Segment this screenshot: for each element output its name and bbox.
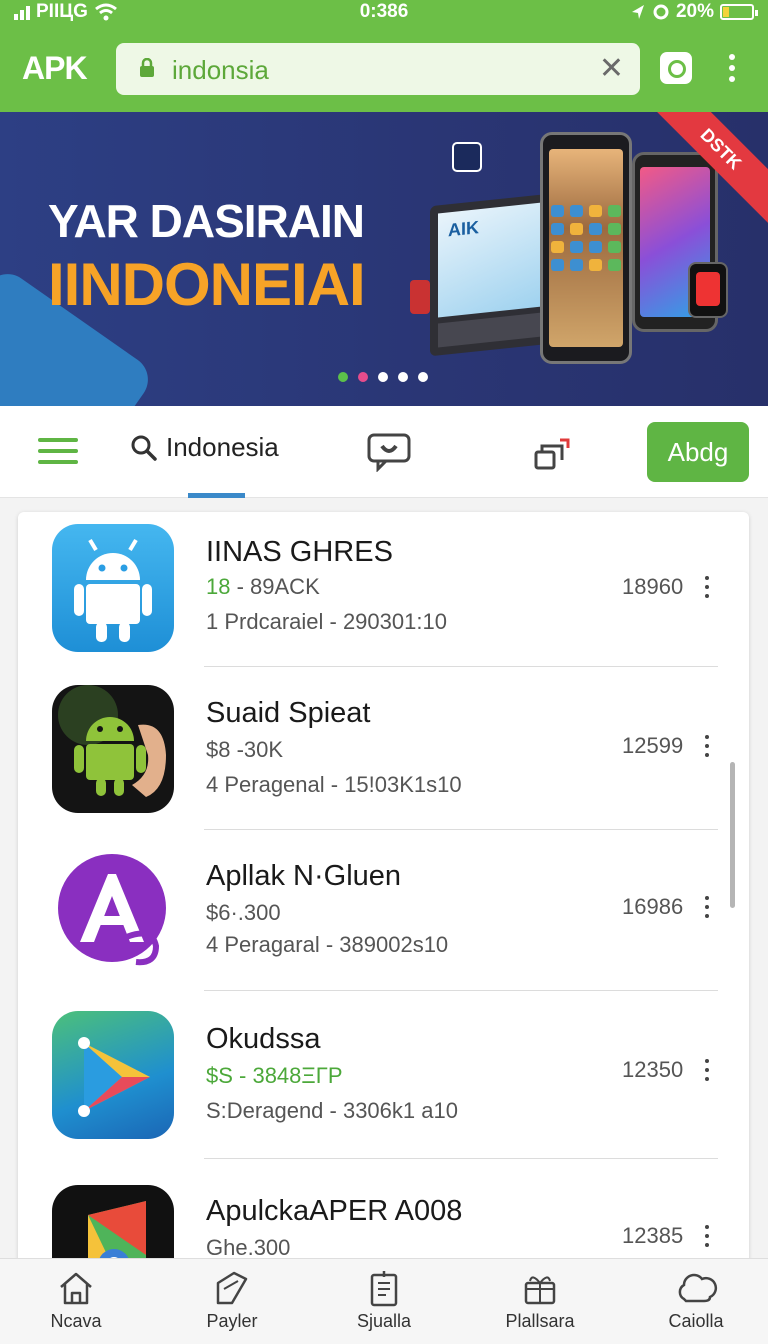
search-icon <box>131 435 157 461</box>
gift-icon <box>524 1276 556 1305</box>
app-title: ApulckaAPER A008 <box>206 1195 463 1227</box>
app-screen: PIIЦG 0:386 20% APK indonsia ✕ YAR DASIR… <box>0 0 768 1344</box>
nav-label: Payler <box>206 1311 258 1331</box>
app-meta: 4 Peragenal - 15!03K1s10 <box>206 772 462 797</box>
carousel-dot[interactable] <box>398 372 408 382</box>
list-item[interactable]: ApulckaAPER A008 Ghe.300 12385 <box>18 1159 749 1272</box>
app-title: Apllak N·Gluen <box>206 860 402 892</box>
more-options-icon[interactable] <box>702 896 712 920</box>
nav-item-sjualla[interactable]: Sjualla <box>324 1269 444 1332</box>
search-tab-label: Indonesia <box>166 432 279 462</box>
banner-speaker <box>410 280 430 314</box>
carousel-dot[interactable] <box>418 372 428 382</box>
location-icon <box>631 5 644 19</box>
app-title: IINAS GHRES <box>206 536 393 568</box>
more-options-icon[interactable] <box>702 576 712 600</box>
list-item[interactable]: IINAS GHRES 18 - 89ACK 1 Prdcaraiel - 29… <box>18 512 749 666</box>
battery-percent: 20% <box>675 1 714 22</box>
nav-item-payler[interactable]: Payler <box>172 1269 292 1332</box>
apk-logo[interactable]: APK <box>22 50 88 87</box>
banner-phone-image <box>540 132 632 364</box>
add-button[interactable]: Abdg <box>647 422 749 482</box>
purple-a-app-icon <box>52 846 174 974</box>
status-bar: PIIЦG 0:386 20% <box>0 0 768 26</box>
banner-device-tile <box>452 142 482 172</box>
list-scrollbar[interactable] <box>730 762 735 908</box>
clear-url-icon[interactable]: ✕ <box>599 54 624 84</box>
app-title: Okudssa <box>206 1023 321 1055</box>
app-meta: 4 Peragaral - 389002s10 <box>206 932 449 957</box>
app-list: IINAS GHRES 18 - 89ACK 1 Prdcaraiel - 29… <box>18 512 749 1272</box>
nav-item-plallsara[interactable]: Plallsara <box>480 1269 600 1332</box>
category-toolbar: Indonesia Abdg <box>0 406 768 498</box>
tab-search[interactable]: Indonesia <box>130 432 279 463</box>
nav-label: Plallsara <box>505 1311 575 1331</box>
app-download-count: 16986 <box>622 894 684 919</box>
app-download-count: 18960 <box>622 574 684 599</box>
app-download-count: 12350 <box>622 1057 684 1082</box>
banner-headline: YAR DASIRAIN <box>48 195 365 247</box>
url-text[interactable]: indonsia <box>172 55 269 86</box>
share-icon[interactable] <box>532 434 572 474</box>
app-price: $8 -30K <box>206 737 284 762</box>
play-app-icon <box>52 1011 174 1139</box>
app-price-rest: - 89ACK <box>230 574 320 599</box>
overflow-menu-icon[interactable] <box>722 54 742 84</box>
url-bar[interactable]: indonsia ✕ <box>116 43 640 95</box>
list-item[interactable]: Apllak N·Gluen $6·.300 4 Peragaral - 389… <box>18 830 749 990</box>
banner-watch-image <box>688 262 728 318</box>
nav-item-home[interactable]: Ncava <box>16 1269 136 1332</box>
banner-laptop-image: AIK <box>430 193 550 357</box>
sync-icon <box>653 4 669 20</box>
app-title: Suaid Spieat <box>206 697 371 729</box>
list-item[interactable]: Okudssa $S - 3848ΞΓΡ S:Deragend - 3306k1… <box>18 991 749 1159</box>
more-options-icon[interactable] <box>702 1059 712 1083</box>
home-icon <box>60 1272 92 1305</box>
nav-item-caiolla[interactable]: Caiolla <box>636 1269 756 1332</box>
app-download-count: 12385 <box>622 1223 684 1248</box>
carousel-dot[interactable] <box>338 372 348 382</box>
carousel-dot[interactable] <box>358 372 368 382</box>
nav-label: Caiolla <box>668 1311 724 1331</box>
android-hand-app-icon <box>52 685 174 813</box>
app-price: $S - 3848ΞΓΡ <box>206 1063 343 1088</box>
carousel-dots[interactable] <box>338 372 428 382</box>
app-bar: APK indonsia ✕ <box>0 26 768 112</box>
carousel-dot[interactable] <box>378 372 388 382</box>
more-options-icon[interactable] <box>702 735 712 759</box>
active-tab-indicator <box>188 493 245 498</box>
chat-icon[interactable] <box>366 432 412 472</box>
app-download-count: 12599 <box>622 733 684 758</box>
app-meta: S:Deragend - 3306k1 a10 <box>206 1098 458 1123</box>
app-price: 18 - 89ACK <box>206 574 320 599</box>
document-icon <box>370 1271 398 1307</box>
nav-label: Ncava <box>50 1311 102 1331</box>
app-meta: 1 Prdcaraiel - 290301:10 <box>206 609 447 634</box>
laptop-screen-label: AIK <box>448 217 479 241</box>
android-app-icon <box>52 524 174 652</box>
tag-icon <box>216 1271 248 1305</box>
lock-icon <box>140 58 154 77</box>
list-item[interactable]: Suaid Spieat $8 -30K 4 Peragenal - 15!03… <box>18 667 749 829</box>
bottom-navigation: Ncava Payler Sjualla Plallsara Caiolla <box>0 1258 768 1344</box>
promo-banner[interactable]: YAR DASIRAIN IINDONEIAI AIK DSTK <box>0 112 768 406</box>
banner-subheadline: IINDONEIAI <box>48 251 366 318</box>
nav-label: Sjualla <box>356 1311 412 1331</box>
app-price: $6·.300 <box>206 900 281 925</box>
camera-button[interactable] <box>660 52 692 84</box>
battery-icon <box>720 4 758 20</box>
menu-icon[interactable] <box>38 438 78 466</box>
more-options-icon[interactable] <box>702 1225 712 1249</box>
cloud-icon <box>678 1273 718 1303</box>
